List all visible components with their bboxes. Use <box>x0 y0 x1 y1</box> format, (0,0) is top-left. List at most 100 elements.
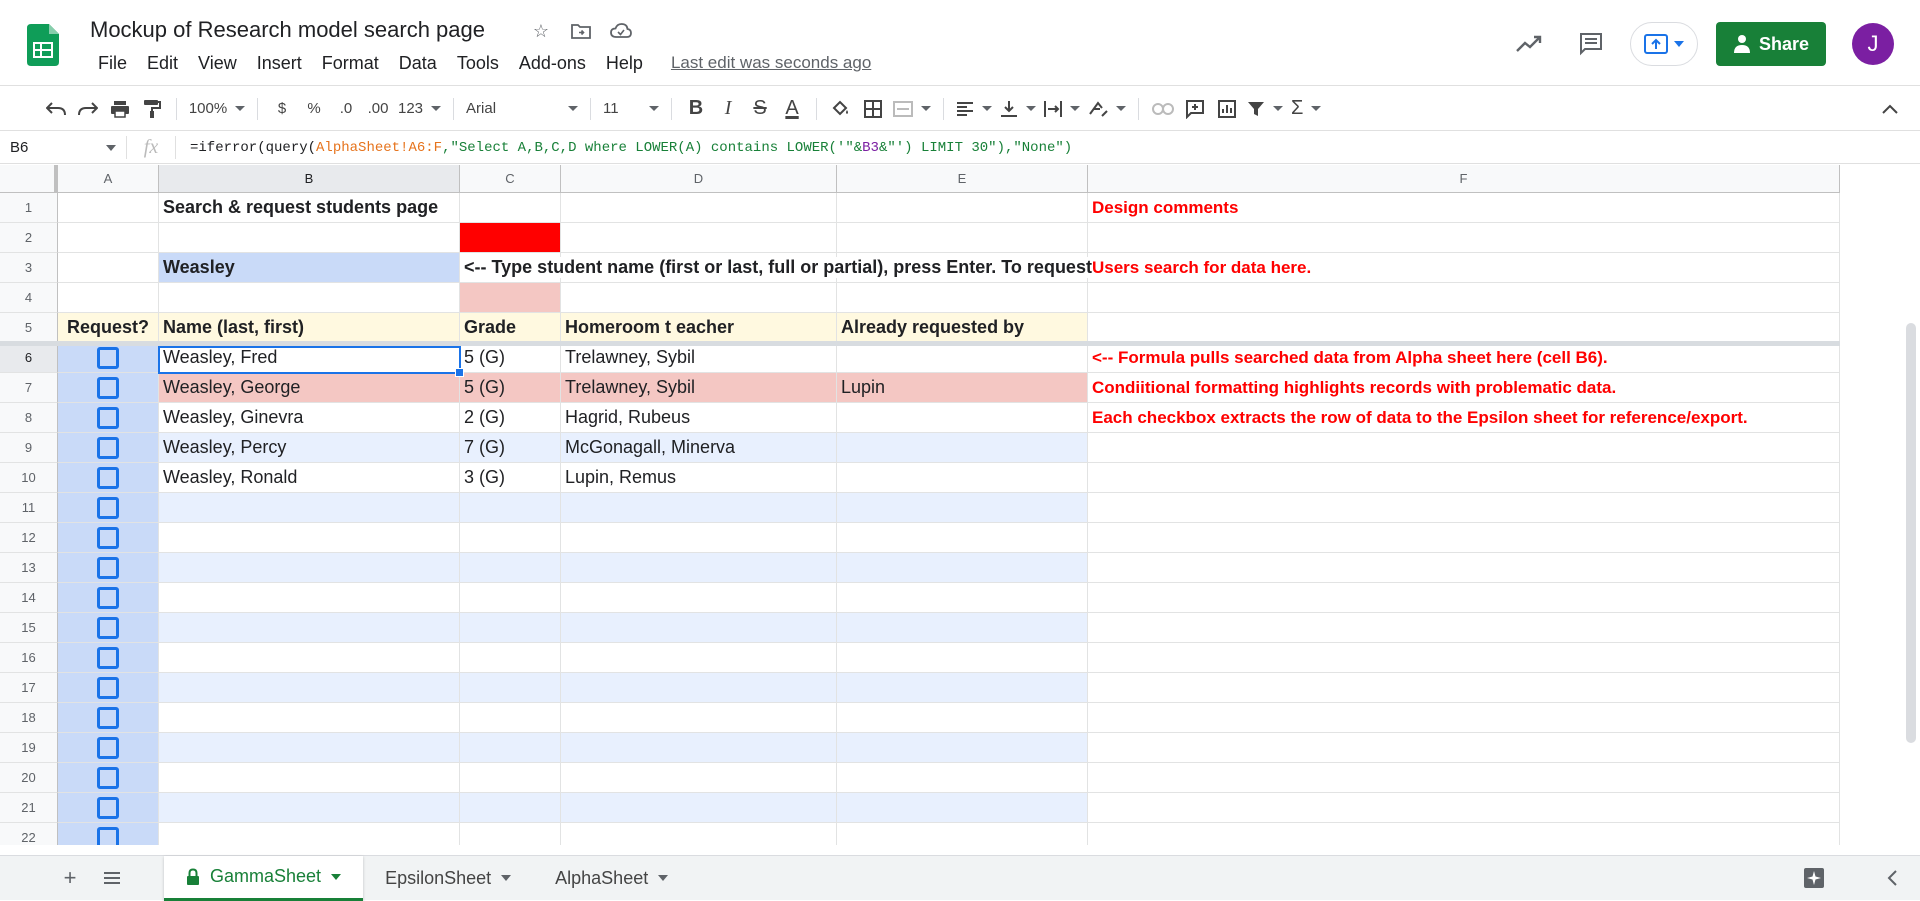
row-header[interactable]: 5 <box>0 313 58 343</box>
cell-a15[interactable] <box>58 613 159 643</box>
cell-d2[interactable] <box>561 223 837 253</box>
request-checkbox[interactable] <box>97 616 119 639</box>
cell-d10[interactable]: Lupin, Remus <box>561 463 837 493</box>
undo-icon[interactable] <box>40 93 72 125</box>
row-header[interactable]: 2 <box>0 223 58 253</box>
cell-b9[interactable]: Weasley, Percy <box>159 433 460 463</box>
chevron-down-icon[interactable] <box>658 875 669 881</box>
row-header[interactable]: 18 <box>0 703 58 733</box>
cell-d16[interactable] <box>561 643 837 673</box>
chevron-down-icon[interactable] <box>331 873 342 880</box>
row-header[interactable]: 3 <box>0 253 58 283</box>
vertical-align-icon[interactable] <box>996 93 1040 125</box>
horizontal-align-icon[interactable] <box>952 93 996 125</box>
cell-f19[interactable] <box>1088 733 1840 763</box>
cell-e1[interactable] <box>837 193 1088 223</box>
cell-e4[interactable] <box>837 283 1088 313</box>
menu-data[interactable]: Data <box>389 53 447 74</box>
cell-c7[interactable]: 5 (G) <box>460 373 561 403</box>
request-checkbox[interactable] <box>97 676 119 699</box>
cell-c21[interactable] <box>460 793 561 823</box>
cell-f16[interactable] <box>1088 643 1840 673</box>
cell-c9[interactable]: 7 (G) <box>460 433 561 463</box>
font-size-select[interactable]: 11 <box>599 93 663 125</box>
cell-c10[interactable]: 3 (G) <box>460 463 561 493</box>
cell-b11[interactable] <box>159 493 460 523</box>
cell-b7[interactable]: Weasley, George <box>159 373 460 403</box>
cell-a5[interactable]: Request? <box>58 313 159 343</box>
column-header-d[interactable]: D <box>561 165 837 192</box>
row-header[interactable]: 15 <box>0 613 58 643</box>
cell-c18[interactable] <box>460 703 561 733</box>
sheet-tab-gamma[interactable]: GammaSheet <box>164 855 364 901</box>
cell-a11[interactable] <box>58 493 159 523</box>
cell-f21[interactable] <box>1088 793 1840 823</box>
request-checkbox[interactable] <box>97 586 119 609</box>
cell-f15[interactable] <box>1088 613 1840 643</box>
row-header[interactable]: 10 <box>0 463 58 493</box>
cell-f17[interactable] <box>1088 673 1840 703</box>
cell-a9[interactable] <box>58 433 159 463</box>
all-sheets-icon[interactable] <box>94 860 130 896</box>
row-header[interactable]: 13 <box>0 553 58 583</box>
menu-help[interactable]: Help <box>596 53 653 74</box>
cell-f22[interactable] <box>1088 823 1840 845</box>
frozen-rows-divider[interactable] <box>0 341 1840 346</box>
cell-b20[interactable] <box>159 763 460 793</box>
text-rotation-icon[interactable] <box>1084 93 1130 125</box>
menu-insert[interactable]: Insert <box>247 53 312 74</box>
cell-b21[interactable] <box>159 793 460 823</box>
cell-e7[interactable]: Lupin <box>837 373 1088 403</box>
cell-a18[interactable] <box>58 703 159 733</box>
request-checkbox[interactable] <box>97 526 119 549</box>
column-header-c[interactable]: C <box>460 165 561 192</box>
cell-e15[interactable] <box>837 613 1088 643</box>
cell-d6[interactable]: Trelawney, Sybil <box>561 343 837 373</box>
cell-e6[interactable] <box>837 343 1088 373</box>
request-checkbox[interactable] <box>97 736 119 759</box>
cell-f2[interactable] <box>1088 223 1840 253</box>
sheet-tab-alpha[interactable]: AlphaSheet <box>533 856 690 901</box>
cell-d22[interactable] <box>561 823 837 845</box>
cell-c3[interactable]: <-- Type student name (first or last, fu… <box>460 253 1092 283</box>
cell-c8[interactable]: 2 (G) <box>460 403 561 433</box>
cell-b19[interactable] <box>159 733 460 763</box>
cell-f11[interactable] <box>1088 493 1840 523</box>
cell-f3[interactable]: Users search for data here. <box>1088 253 1840 283</box>
menu-edit[interactable]: Edit <box>137 53 188 74</box>
cell-c14[interactable] <box>460 583 561 613</box>
cell-f5[interactable] <box>1088 313 1840 343</box>
cell-e20[interactable] <box>837 763 1088 793</box>
cell-a3[interactable] <box>58 253 159 283</box>
cell-c13[interactable] <box>460 553 561 583</box>
cell-c11[interactable] <box>460 493 561 523</box>
fill-color-icon[interactable] <box>825 93 857 125</box>
menu-view[interactable]: View <box>188 53 247 74</box>
menu-format[interactable]: Format <box>312 53 389 74</box>
move-folder-icon[interactable] <box>568 18 594 44</box>
star-icon[interactable]: ☆ <box>528 18 554 44</box>
present-button[interactable] <box>1630 22 1698 66</box>
redo-icon[interactable] <box>72 93 104 125</box>
cell-c22[interactable] <box>460 823 561 845</box>
cell-f8[interactable]: Each checkbox extracts the row of data t… <box>1088 403 1840 433</box>
request-checkbox[interactable] <box>97 406 119 429</box>
cell-a14[interactable] <box>58 583 159 613</box>
cell-d14[interactable] <box>561 583 837 613</box>
cell-d15[interactable] <box>561 613 837 643</box>
cell-a4[interactable] <box>58 283 159 313</box>
cell-a7[interactable] <box>58 373 159 403</box>
cell-b12[interactable] <box>159 523 460 553</box>
cell-d19[interactable] <box>561 733 837 763</box>
cell-f13[interactable] <box>1088 553 1840 583</box>
cell-d11[interactable] <box>561 493 837 523</box>
request-checkbox[interactable] <box>97 346 119 369</box>
add-sheet-icon[interactable]: + <box>52 860 88 896</box>
currency-format-button[interactable]: $ <box>266 93 298 125</box>
cell-c6[interactable]: 5 (G) <box>460 343 561 373</box>
column-header-e[interactable]: E <box>837 165 1088 192</box>
cell-e10[interactable] <box>837 463 1088 493</box>
cell-b13[interactable] <box>159 553 460 583</box>
cell-a19[interactable] <box>58 733 159 763</box>
cell-c2[interactable] <box>460 223 561 253</box>
